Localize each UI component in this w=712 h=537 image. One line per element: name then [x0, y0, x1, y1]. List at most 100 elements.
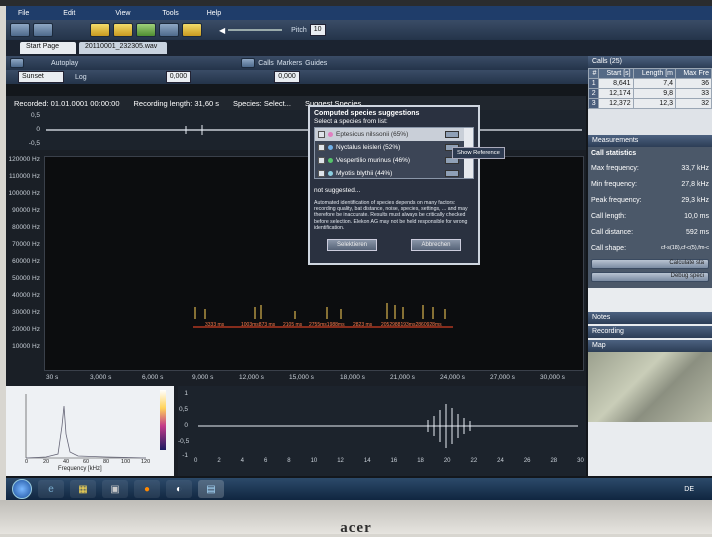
row-index: 1 — [587, 78, 600, 89]
stat-label: Call length: — [591, 212, 627, 220]
col-start[interactable]: Start [s] — [598, 68, 634, 79]
menu-view[interactable]: View — [87, 10, 142, 17]
row-index: 3 — [587, 98, 600, 109]
table-row[interactable]: 3 12,372 12,3 32 — [587, 98, 712, 109]
freq-tick: 30000 Hz — [12, 309, 40, 316]
min-field[interactable]: 0,000 — [165, 71, 192, 83]
frequency-spectrum-panel[interactable]: Frequency [kHz] 0 20 40 60 80 100 120 — [6, 386, 174, 476]
monitor-bezel-bottom: acer — [0, 500, 712, 536]
select-button[interactable]: Selektieren — [327, 239, 377, 252]
dialog-buttons: Selektieren Abbrechen — [310, 235, 478, 252]
media-player-icon[interactable]: ▣ — [102, 480, 128, 498]
stat-call-distance: Call distance: 592 ms — [591, 224, 709, 240]
time-tick: 3,000 s — [90, 374, 112, 381]
measurements-header[interactable]: Measurements — [588, 135, 712, 147]
freq-tick: 70000 Hz — [12, 241, 40, 248]
time-axis-tick: 20 — [443, 458, 451, 464]
call-marker-label: 2755ms1988ms — [309, 322, 345, 328]
list-item[interactable]: Nyctalus leisleri (52%) — [315, 141, 473, 154]
calls-table-header: # Start [s] Length [m Max Fre — [587, 68, 712, 79]
species-name: Nyctalus leisleri (52%) — [336, 144, 401, 151]
file-explorer-icon[interactable]: ▦ — [70, 480, 96, 498]
row-max: 36 — [674, 78, 712, 89]
max-field[interactable]: 0,000 — [274, 71, 300, 83]
menu-edit[interactable]: Edit — [41, 10, 87, 17]
batexplorer-app-icon[interactable]: ◐ — [166, 480, 192, 498]
overview-waveform[interactable]: 0,5 0 -0,5 — [6, 110, 586, 150]
internet-explorer-icon[interactable]: e — [38, 480, 64, 498]
col-max-freq[interactable]: Max Fre — [674, 68, 712, 79]
calls-toggle[interactable]: Calls — [258, 60, 274, 67]
start-button-icon[interactable] — [12, 479, 32, 499]
pitch-field[interactable]: 10 — [309, 24, 326, 36]
tab-recording-file[interactable]: 20110001_232305.wav — [79, 42, 167, 54]
species-checkbox[interactable] — [318, 170, 325, 177]
language-indicator[interactable]: DE — [684, 486, 694, 493]
time-axis-tick: 28 — [550, 458, 558, 464]
table-row[interactable]: 2 12,174 9,8 33 — [587, 88, 712, 99]
stat-value: 33,7 kHz — [681, 164, 709, 172]
freq-tick: 90000 Hz — [12, 207, 40, 214]
export-button[interactable] — [136, 23, 156, 37]
time-tick: 9,000 s — [192, 374, 214, 381]
freq-tick: 10000 Hz — [12, 343, 40, 350]
calls-header[interactable]: Calls (25) — [588, 56, 712, 68]
row-start: 12,174 — [598, 88, 634, 99]
settings-button[interactable] — [159, 23, 179, 37]
firefox-icon[interactable]: ● — [134, 480, 160, 498]
new-button[interactable] — [10, 23, 30, 37]
species-select[interactable]: Species: Select... — [233, 99, 291, 108]
list-item[interactable]: Vespertilio murinus (46%) — [315, 154, 473, 167]
stat-max-frequency: Max frequency: 33,7 kHz — [591, 160, 709, 176]
species-dot-icon — [328, 158, 333, 163]
species-checkbox[interactable] — [318, 131, 325, 138]
col-length[interactable]: Length [m — [632, 68, 676, 79]
col-index[interactable]: # — [587, 68, 600, 79]
freq-axis-tick: 100 — [121, 459, 131, 465]
map-view[interactable] — [588, 352, 712, 422]
volume-slider[interactable] — [228, 29, 283, 31]
menu-help[interactable]: Help — [191, 10, 233, 17]
species-dot-icon — [328, 132, 333, 137]
notes-header[interactable]: Notes — [588, 312, 712, 324]
list-item[interactable]: Eptesicus nilssonii (65%) — [315, 128, 473, 141]
zoom-button[interactable] — [241, 58, 256, 68]
autoplay-label[interactable]: Autoplay — [51, 60, 78, 67]
species-name: Myotis blythii (44%) — [336, 170, 393, 177]
call-waveform-panel[interactable]: 1 0,5 0 -0,5 -1 0 2 4 6 8 10 12 14 16 18… — [178, 386, 586, 476]
reference-button[interactable] — [445, 131, 459, 138]
cancel-button[interactable]: Abbrechen — [411, 239, 461, 252]
markers-toggle[interactable]: Markers — [277, 60, 302, 67]
stat-value: cf-s(18),cf-c(5),fm-c — [661, 245, 709, 251]
recording-header[interactable]: Recording — [588, 326, 712, 338]
species-checkbox[interactable] — [318, 144, 325, 151]
open-button[interactable] — [33, 23, 53, 37]
freq-tick: 80000 Hz — [12, 224, 40, 231]
debug-species-button[interactable]: Debug speci — [591, 272, 709, 282]
freq-axis-label: Frequency [kHz] — [58, 466, 102, 472]
tab-start-page[interactable]: Start Page — [20, 42, 76, 54]
reference-button[interactable] — [445, 170, 459, 177]
species-checkbox[interactable] — [318, 157, 325, 164]
folder-button[interactable] — [90, 23, 110, 37]
call-marker-label: 2823 ms — [353, 322, 373, 328]
stat-peak-frequency: Peak frequency: 29,3 kHz — [591, 192, 709, 208]
tools-button[interactable] — [182, 23, 202, 37]
screen: File Edit View Tools Help ◀ Pitch 10 Sta… — [6, 6, 712, 500]
freq-tick: 100000 Hz — [8, 190, 40, 197]
list-item[interactable]: Myotis blythii (44%) — [315, 167, 473, 180]
menu-tools[interactable]: Tools — [142, 10, 190, 17]
palette-select[interactable]: Sunset — [18, 71, 64, 83]
not-suggested-link[interactable]: not suggested... — [310, 179, 478, 196]
active-window-icon[interactable]: ▤ — [198, 480, 224, 498]
play-button[interactable] — [10, 58, 24, 68]
call-marker-label: 3333 ms — [205, 322, 225, 328]
map-header[interactable]: Map — [588, 340, 712, 352]
guides-toggle[interactable]: Guides — [305, 60, 327, 67]
calculate-statistics-button[interactable]: Calculate sta — [591, 259, 709, 269]
menu-file[interactable]: File — [6, 10, 41, 17]
save-button[interactable] — [113, 23, 133, 37]
log-toggle[interactable]: Log — [75, 74, 87, 81]
table-row[interactable]: 1 8,641 7,4 36 — [587, 78, 712, 89]
freq-tick: 20000 Hz — [12, 326, 40, 333]
